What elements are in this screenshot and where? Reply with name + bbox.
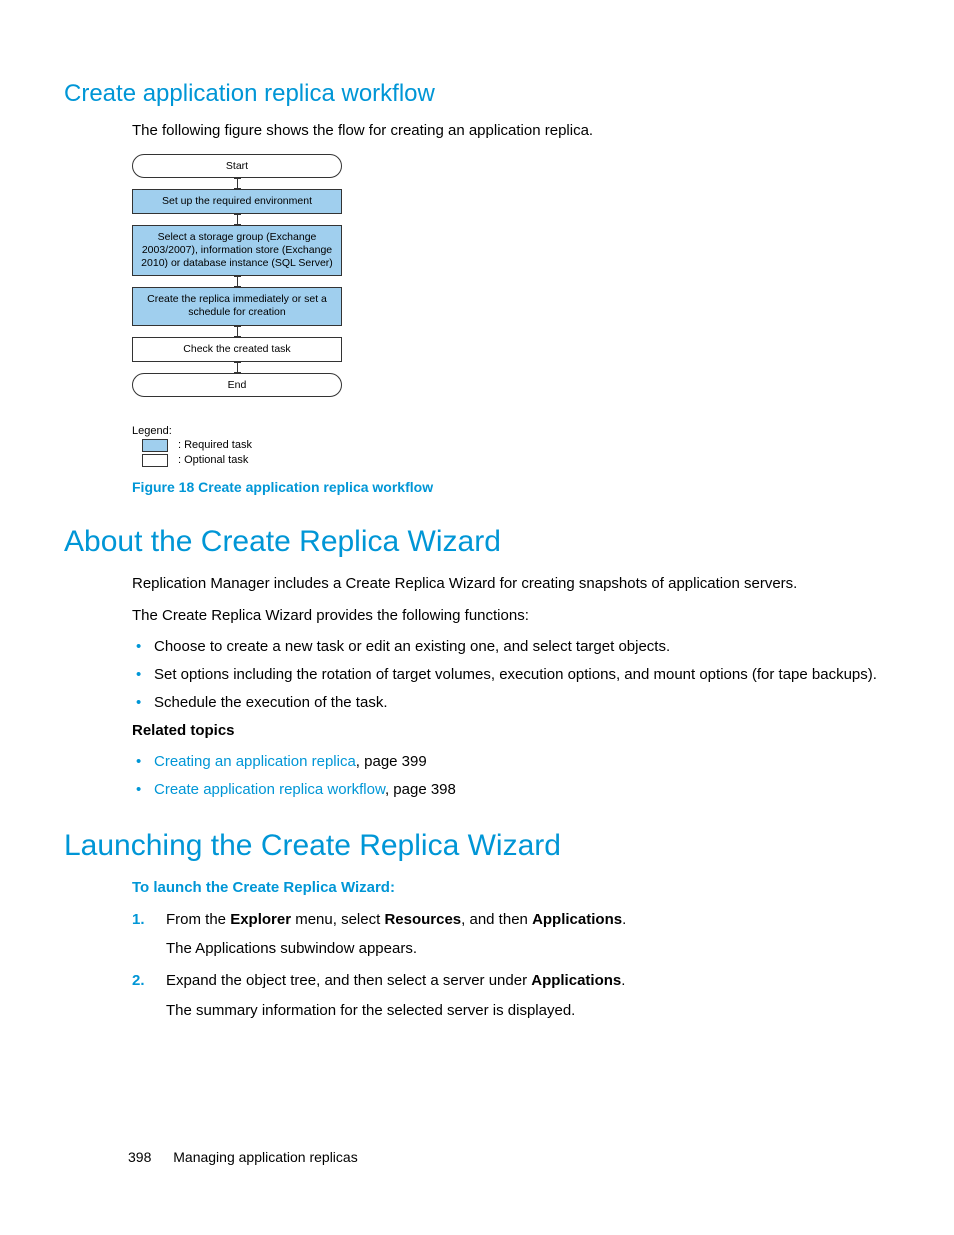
legend-swatch-optional [142, 454, 168, 467]
launch-subheading: To launch the Create Replica Wizard: [132, 877, 890, 899]
step-text: From the Explorer menu, select Resources… [166, 911, 626, 928]
flowchart-end: End [132, 373, 342, 397]
figure-caption: Figure 18 Create application replica wor… [132, 477, 890, 497]
about-p1: Replication Manager includes a Create Re… [132, 573, 890, 595]
legend-optional-label: : Optional task [178, 454, 248, 466]
page-footer: 398 Managing application replicas [128, 1149, 358, 1165]
flowchart-step-1: Set up the required environment [132, 189, 342, 214]
heading-about-wizard: About the Create Replica Wizard [64, 525, 890, 559]
legend-title: Legend: [132, 425, 890, 437]
flowchart-step-3: Create the replica immediately or set a … [132, 287, 342, 325]
flowchart-step-2: Select a storage group (Exchange 2003/20… [132, 225, 342, 276]
related-suffix: , page 399 [356, 753, 427, 770]
related-topic-item: Create application replica workflow, pag… [132, 779, 890, 801]
flowchart-step-4: Check the created task [132, 337, 342, 362]
step-number: 2. [132, 970, 145, 992]
related-link[interactable]: Creating an application replica [154, 753, 356, 770]
step-item: 1. From the Explorer menu, select Resour… [132, 909, 890, 961]
related-suffix: , page 398 [385, 781, 456, 798]
related-topics-list: Creating an application replica, page 39… [132, 751, 890, 801]
flowchart-start: Start [132, 154, 342, 178]
legend-swatch-required [142, 439, 168, 452]
flowchart-legend: Legend: : Required task : Optional task [132, 425, 890, 467]
related-link[interactable]: Create application replica workflow [154, 781, 385, 798]
step-result: The Applications subwindow appears. [166, 938, 890, 960]
about-p2: The Create Replica Wizard provides the f… [132, 605, 890, 627]
step-text: Expand the object tree, and then select … [166, 972, 625, 989]
function-item: Schedule the execution of the task. [132, 692, 890, 714]
launch-steps: 1. From the Explorer menu, select Resour… [132, 909, 890, 1022]
page-number: 398 [128, 1149, 151, 1165]
step-result: The summary information for the selected… [166, 1000, 890, 1022]
intro-text: The following figure shows the flow for … [132, 120, 890, 142]
flowchart-diagram: Start Set up the required environment Se… [132, 154, 342, 397]
legend-required-label: : Required task [178, 439, 252, 451]
function-item: Set options including the rotation of ta… [132, 664, 890, 686]
related-topics-heading: Related topics [132, 720, 890, 742]
step-number: 1. [132, 909, 145, 931]
heading-create-workflow: Create application replica workflow [64, 80, 890, 108]
step-item: 2. Expand the object tree, and then sele… [132, 970, 890, 1022]
heading-launching-wizard: Launching the Create Replica Wizard [64, 829, 890, 863]
function-item: Choose to create a new task or edit an e… [132, 636, 890, 658]
functions-list: Choose to create a new task or edit an e… [132, 636, 890, 713]
related-topic-item: Creating an application replica, page 39… [132, 751, 890, 773]
footer-title: Managing application replicas [173, 1149, 357, 1165]
